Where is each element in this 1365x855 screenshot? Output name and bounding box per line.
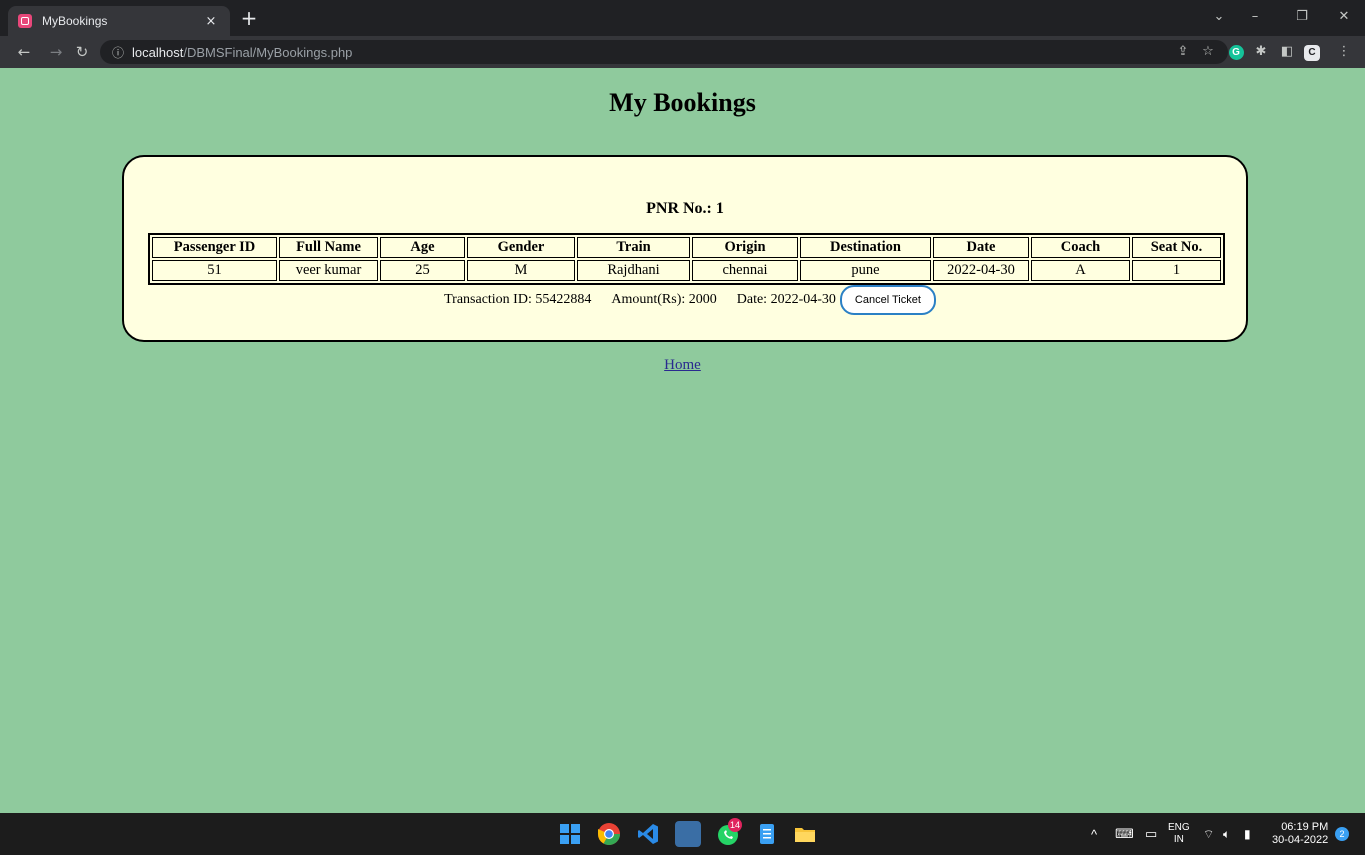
language-code: ENG — [1168, 822, 1190, 833]
column-header: Gender — [467, 237, 575, 258]
notification-count-badge[interactable]: 2 — [1335, 827, 1349, 841]
home-link[interactable]: Home — [664, 357, 701, 373]
battery-icon[interactable]: ▮ — [1244, 813, 1251, 855]
column-header: Coach — [1031, 237, 1130, 258]
browser-tabstrip: MyBookings × + ⌄ – ❐ ✕ — [0, 0, 1365, 36]
mysql-workbench-icon[interactable] — [675, 821, 701, 847]
windows-taskbar: 14 ^ ⌨ ▭ ENG IN ⌔ 🔈︎ ▮ 06:19 PM 30-04-20… — [0, 813, 1365, 855]
column-header: Destination — [800, 237, 931, 258]
column-header: Train — [577, 237, 690, 258]
whatsapp-notification-badge: 14 — [728, 818, 742, 832]
grammarly-extension-icon[interactable]: G — [1226, 42, 1246, 62]
notepad-icon[interactable] — [754, 821, 780, 847]
keyboard-icon[interactable]: ⌨ — [1115, 813, 1134, 855]
table-cell: M — [467, 260, 575, 281]
table-cell: 51 — [152, 260, 277, 281]
booking-card: PNR No.: 1 Passenger ID Full Name Age Ge… — [122, 155, 1248, 342]
page-title: My Bookings — [609, 88, 756, 117]
table-header-row: Passenger ID Full Name Age Gender Train … — [152, 237, 1221, 258]
volume-icon[interactable]: 🔈︎ — [1223, 813, 1230, 855]
menu-kebab-icon[interactable]: ⋮ — [1334, 42, 1354, 62]
table-cell: veer kumar — [279, 260, 378, 281]
column-header: Passenger ID — [152, 237, 277, 258]
language-indicator[interactable]: ENG IN — [1168, 813, 1190, 855]
vscode-icon[interactable] — [635, 821, 661, 847]
home-link-container: Home — [0, 357, 1365, 374]
transaction-info: Transaction ID: 55422884 Amount(Rs): 200… — [124, 285, 1246, 315]
cancel-ticket-button[interactable]: Cancel Ticket — [839, 285, 936, 315]
table-cell: pune — [800, 260, 931, 281]
whatsapp-icon[interactable]: 14 — [715, 818, 742, 847]
transaction-amount: Amount(Rs): 2000 — [611, 292, 717, 307]
pnr-number: PNR No.: 1 — [646, 200, 724, 217]
transaction-date: Date: 2022-04-30 — [736, 292, 836, 307]
tray-overflow-icon[interactable]: ^ — [1091, 813, 1097, 855]
booking-table: Passenger ID Full Name Age Gender Train … — [148, 233, 1225, 285]
profile-avatar-icon[interactable]: C — [1302, 42, 1322, 62]
table-cell: 2022-04-30 — [933, 260, 1029, 281]
column-header: Full Name — [279, 237, 378, 258]
share-icon[interactable]: ⇪ — [1173, 42, 1193, 62]
column-header: Date — [933, 237, 1029, 258]
language-region: IN — [1173, 834, 1184, 845]
tab-title: MyBookings — [42, 14, 108, 28]
table-cell: Rajdhani — [577, 260, 690, 281]
url-host: localhost — [132, 44, 184, 60]
browser-tab[interactable]: MyBookings × — [8, 6, 230, 36]
restore-icon[interactable]: ❐ — [1284, 6, 1320, 28]
browser-toolbar: ← → ↻ ⓘ localhost /DBMSFinal/MyBookings.… — [0, 36, 1365, 68]
tab-close-icon[interactable]: × — [202, 14, 220, 29]
new-tab-button[interactable]: + — [236, 6, 262, 32]
table-cell: 25 — [380, 260, 465, 281]
table-cell: A — [1031, 260, 1130, 281]
column-header: Age — [380, 237, 465, 258]
wifi-icon[interactable]: ⌔ — [1203, 813, 1214, 855]
reload-icon[interactable]: ↻ — [70, 41, 94, 63]
tablet-mode-icon[interactable]: ▭ — [1145, 813, 1157, 855]
column-header: Seat No. — [1132, 237, 1221, 258]
back-icon[interactable]: ← — [12, 41, 36, 63]
side-panel-icon[interactable]: ◧ — [1277, 42, 1297, 62]
table-row: 51 veer kumar 25 M Rajdhani chennai pune… — [152, 260, 1221, 281]
transaction-id: Transaction ID: 55422884 — [444, 292, 592, 307]
clock[interactable]: 06:19 PM 30-04-2022 — [1272, 813, 1328, 855]
tab-favicon-icon — [18, 14, 32, 28]
table-cell: chennai — [692, 260, 798, 281]
site-info-icon[interactable]: ⓘ — [112, 44, 124, 61]
forward-icon[interactable]: → — [44, 41, 68, 63]
file-explorer-icon[interactable] — [792, 821, 818, 847]
clock-date: 30-04-2022 — [1272, 834, 1329, 846]
minimize-icon[interactable]: – — [1237, 6, 1273, 28]
windows-start-icon[interactable] — [557, 821, 583, 847]
address-bar[interactable]: ⓘ localhost /DBMSFinal/MyBookings.php — [100, 40, 1228, 64]
column-header: Origin — [692, 237, 798, 258]
bookmark-star-icon[interactable]: ☆ — [1198, 42, 1218, 62]
close-window-icon[interactable]: ✕ — [1326, 6, 1362, 28]
clock-time: 06:19 PM — [1281, 821, 1329, 833]
url-path: /DBMSFinal/MyBookings.php — [183, 44, 353, 60]
chrome-icon[interactable] — [596, 821, 622, 847]
tab-search-icon[interactable]: ⌄ — [1201, 6, 1237, 28]
extensions-puzzle-icon[interactable]: ✱ — [1251, 42, 1271, 62]
table-cell: 1 — [1132, 260, 1221, 281]
